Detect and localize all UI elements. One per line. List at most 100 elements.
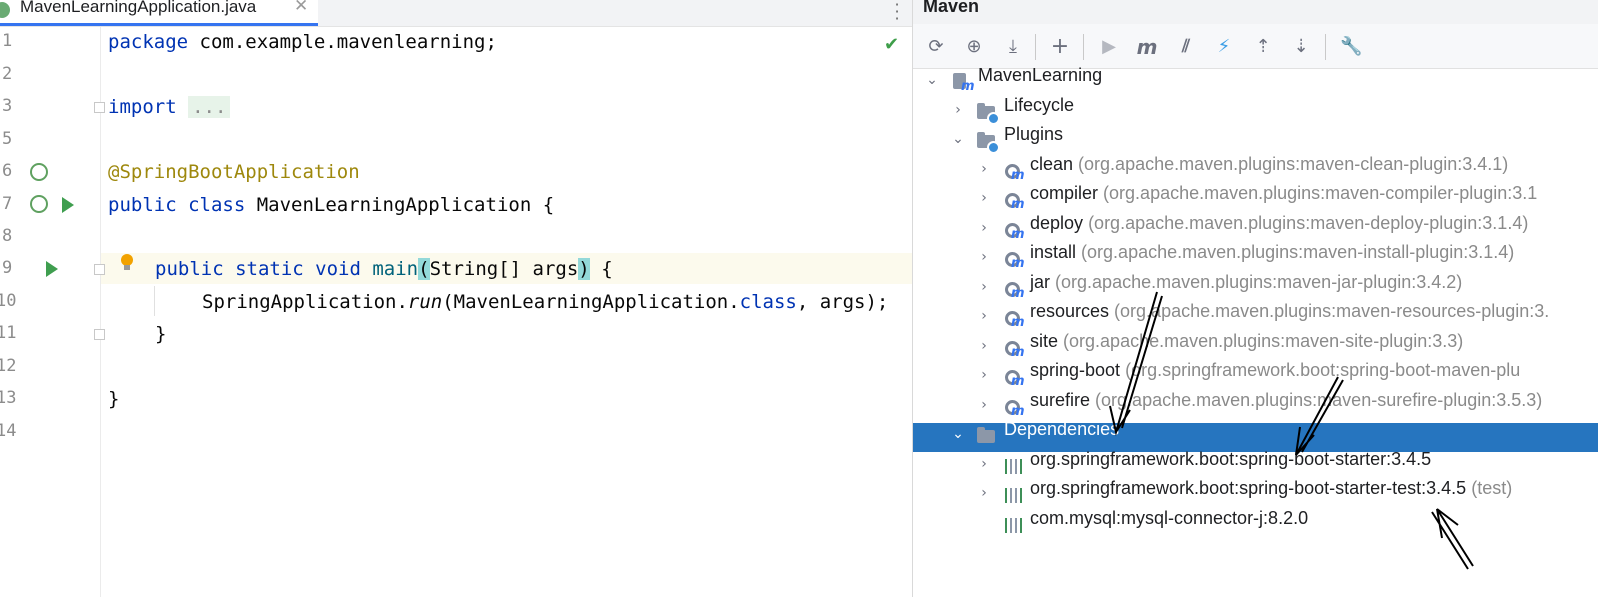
method-name: main (372, 258, 419, 280)
plugin-name: install (1030, 242, 1077, 262)
tree-item-plugins[interactable]: ⌄ Plugins (913, 124, 1598, 157)
chevron-right-icon[interactable]: › (977, 280, 991, 294)
editor-tab-label: MavenLearningApplication.java (20, 0, 257, 16)
line-number: 7 (2, 194, 13, 214)
spring-bean-icon[interactable] (30, 163, 48, 181)
fold-icon[interactable] (94, 102, 105, 113)
dependency-scope: (test) (1466, 478, 1513, 498)
code-text: String[] args (429, 258, 579, 280)
maven-plugin-icon: m (1002, 278, 1025, 301)
toolbar-divider (1035, 34, 1036, 60)
plugin-coordinates: (org.apache.maven.plugins:maven-install-… (1081, 242, 1515, 262)
plugin-name: resources (1030, 301, 1110, 321)
run-main-icon[interactable] (46, 261, 58, 277)
code-text: (MavenLearningApplication. (442, 291, 740, 313)
plugin-coordinates: (org.apache.maven.plugins:maven-deploy-p… (1088, 213, 1529, 233)
folded-imports[interactable]: ... (188, 96, 231, 118)
reload-icon[interactable]: ⟳ (925, 36, 947, 58)
collapse-all-icon[interactable]: ⇣ (1290, 36, 1312, 58)
execute-goal-icon[interactable]: m (1136, 36, 1158, 58)
plugin-name: compiler (1030, 183, 1099, 203)
bracket: ( (418, 258, 430, 280)
chevron-down-icon[interactable]: ⌄ (925, 73, 939, 87)
code-line-3: import ... (108, 96, 231, 118)
keyword: package (108, 31, 189, 53)
maven-plugin-icon: m (1002, 396, 1025, 419)
plugin-name: site (1030, 331, 1059, 351)
tab-options-icon[interactable]: · · · (894, 0, 900, 27)
chevron-down-icon[interactable]: ⌄ (951, 132, 965, 146)
offline-mode-icon[interactable]: ⚡ (1213, 36, 1235, 58)
chevron-right-icon[interactable]: › (977, 221, 991, 235)
indent-guide (154, 286, 155, 316)
chevron-right-icon[interactable]: › (977, 339, 991, 353)
spring-boot-class-icon (0, 2, 10, 18)
chevron-right-icon[interactable]: › (977, 250, 991, 264)
maven-plugin-icon: m (1002, 160, 1025, 183)
keyword: class (739, 291, 797, 313)
annotation: @SpringBootApplication (108, 161, 360, 183)
code-line-10: SpringApplication.run(MavenLearningAppli… (202, 291, 888, 313)
expand-all-icon[interactable]: ⇡ (1252, 36, 1274, 58)
tree-item-label: Dependencies (1004, 419, 1120, 439)
chevron-right-icon[interactable]: › (977, 191, 991, 205)
tree-item-plugin[interactable]: › m spring-boot (org.springframework.boo… (913, 360, 1598, 393)
dependency-name: com.mysql:mysql-connector-j:8.2.0 (1030, 508, 1309, 528)
line-number: 1 (2, 31, 13, 51)
chevron-down-icon[interactable]: ⌄ (951, 427, 965, 441)
line-number: 11 (0, 323, 17, 343)
tree-item-dependency[interactable]: com.mysql:mysql-connector-j:8.2.0 (913, 508, 1598, 541)
tree-item-label: install (org.apache.maven.plugins:maven-… (1030, 242, 1514, 263)
lightbulb-icon[interactable] (120, 254, 134, 270)
maven-project-icon: m (951, 71, 975, 94)
maven-title: Maven (923, 0, 980, 16)
code-editor[interactable]: MavenLearningApplication.java ✕ · · · 1 2 … (0, 0, 912, 597)
plugin-coordinates: (org.apache.maven.plugins:maven-resource… (1114, 301, 1550, 321)
maven-plugin-icon: m (1002, 248, 1025, 271)
chevron-right-icon[interactable]: › (977, 486, 991, 500)
library-icon (1004, 455, 1026, 477)
chevron-right-icon[interactable]: › (951, 103, 965, 117)
spring-bean-icon[interactable] (30, 195, 48, 213)
line-number: 14 (0, 421, 17, 441)
bracket: ) (578, 258, 590, 280)
tree-item-plugin[interactable]: › m install (org.apache.maven.plugins:ma… (913, 242, 1598, 275)
fold-icon[interactable] (94, 329, 105, 340)
editor-tab[interactable]: MavenLearningApplication.java ✕ (0, 0, 318, 26)
maven-toolbar: ⟳ ⊕ ⤓ + ▶ m ⫽ ⚡ ⇡ ⇣ 🔧 (913, 24, 1598, 69)
chevron-right-icon[interactable]: › (977, 162, 991, 176)
add-icon[interactable]: + (1049, 36, 1071, 58)
no-problems-check-icon[interactable]: ✔ (884, 34, 899, 55)
line-number: 13 (0, 388, 17, 408)
run-icon[interactable]: ▶ (1098, 36, 1120, 58)
keyword: public class (108, 194, 246, 216)
skip-tests-icon[interactable]: ⫽ (1175, 36, 1197, 58)
chevron-right-icon[interactable]: › (977, 309, 991, 323)
plugin-name: clean (1030, 154, 1074, 174)
settings-wrench-icon[interactable]: 🔧 (1340, 36, 1362, 58)
code-line-7: public class MavenLearningApplication { (108, 194, 554, 216)
chevron-right-icon[interactable]: › (977, 398, 991, 412)
tree-item-plugin[interactable]: › m resources (org.apache.maven.plugins:… (913, 301, 1598, 334)
add-maven-project-icon[interactable]: ⊕ (963, 36, 985, 58)
maven-header: Maven (913, 0, 1598, 24)
dependency-name: org.springframework.boot:spring-boot-sta… (1030, 449, 1432, 469)
line-number: 9 (2, 258, 13, 278)
chevron-right-icon[interactable]: › (977, 368, 991, 382)
close-tab-icon[interactable]: ✕ (294, 0, 308, 16)
editor-tab-bar: MavenLearningApplication.java ✕ · · · (0, 0, 912, 27)
download-sources-icon[interactable]: ⤓ (1002, 36, 1024, 58)
plugin-coordinates: (org.apache.maven.plugins:maven-clean-pl… (1078, 154, 1509, 174)
keyword: import (108, 96, 177, 118)
toolbar-divider (1083, 34, 1084, 60)
chevron-right-icon[interactable]: › (977, 457, 991, 471)
line-number: 3 (2, 96, 13, 116)
tree-item-label: MavenLearning (978, 65, 1103, 85)
run-class-icon[interactable] (62, 197, 74, 213)
tree-item-dependencies[interactable]: ⌄ Dependencies (913, 419, 1598, 452)
fold-icon[interactable] (94, 264, 105, 275)
code-text: MavenLearningApplication { (245, 194, 555, 216)
tree-item-dependency[interactable]: › org.springframework.boot:spring-boot-s… (913, 478, 1598, 511)
tree-item-plugin[interactable]: › m compiler (org.apache.maven.plugins:m… (913, 183, 1598, 216)
tree-item-project[interactable]: ⌄ m MavenLearning (913, 65, 1598, 98)
